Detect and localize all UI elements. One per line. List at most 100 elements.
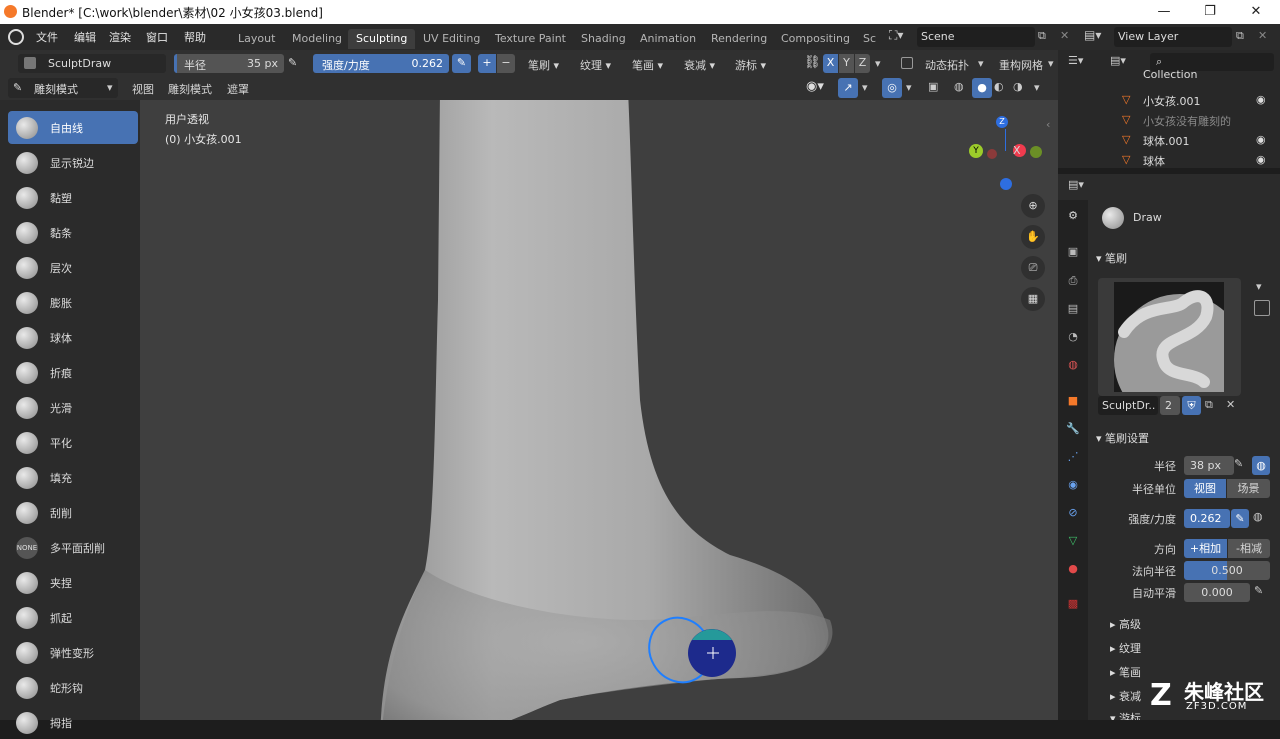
tab-texture-paint[interactable]: Texture Paint [487, 29, 574, 49]
fake-user-shield-icon[interactable]: ⛨ [1182, 396, 1201, 415]
menu-window[interactable]: 窗口 [146, 29, 168, 45]
tool-item[interactable]: 层次 [8, 251, 138, 284]
scene-browse-icon[interactable]: ⛶▾ [889, 28, 915, 46]
tab-rendering[interactable]: Rendering [703, 29, 775, 49]
close-button[interactable]: ✕ [1233, 0, 1279, 24]
symmetry-y-toggle[interactable]: Y [839, 54, 854, 73]
direction-subtract-prop-button[interactable]: -相减 [1228, 539, 1270, 558]
radius-unit-view-button[interactable]: 视图 [1184, 479, 1226, 498]
tool-item[interactable]: 刮削 [8, 496, 138, 529]
stroke-subpanel[interactable]: ▸ 笔画 [1110, 664, 1141, 680]
tool-item[interactable]: 抓起 [8, 601, 138, 634]
data-tab-icon[interactable]: ▽ [1060, 534, 1086, 558]
tool-item[interactable]: 拇指 [8, 706, 138, 739]
symmetry-x-toggle[interactable]: X [823, 54, 838, 73]
rendered-shading-icon[interactable]: ◑ [1013, 80, 1023, 93]
texture-tab-icon[interactable]: ▩ [1060, 597, 1086, 621]
gizmo-y-axis[interactable]: Y [969, 144, 983, 158]
menu-file[interactable]: 文件 [36, 29, 58, 45]
viewlayer-name-field[interactable]: View Layer [1114, 27, 1232, 47]
world-tab-icon[interactable]: ◍ [1060, 358, 1086, 382]
radius-pressure-icon[interactable]: ✎ [288, 56, 297, 69]
display-mode-icon[interactable]: ▤▾ [1110, 54, 1126, 67]
autosmooth-field[interactable]: 0.000 [1184, 583, 1250, 602]
radius-prop-field[interactable]: 38 px [1184, 456, 1234, 475]
outliner-row[interactable]: ▽ 小女孩没有雕刻的 [1058, 110, 1280, 130]
cursor-menu[interactable]: 游标 ▾ [735, 57, 766, 73]
visibility-eye-icon[interactable]: ◉ [1256, 153, 1266, 166]
tool-item[interactable]: 弹性变形 [8, 636, 138, 669]
tool-item[interactable]: 夹捏 [8, 566, 138, 599]
physics-tab-icon[interactable]: ◉ [1060, 478, 1086, 502]
radius-field[interactable]: 半径 35 px [174, 54, 284, 73]
brush-datablock-field[interactable]: SculptDr.. [1098, 396, 1158, 415]
brush-name-field[interactable]: SculptDraw [18, 54, 166, 73]
tool-item[interactable]: 球体 [8, 321, 138, 354]
gizmo-neg-y-axis[interactable] [1030, 146, 1042, 158]
brush-menu[interactable]: 笔刷 ▾ [528, 57, 559, 73]
sidebar-toggle-chevron-icon[interactable]: ‹ [1046, 118, 1050, 131]
constraints-tab-icon[interactable]: ⊘ [1060, 506, 1086, 530]
tab-modeling[interactable]: Modeling [284, 29, 350, 49]
tab-animation[interactable]: Animation [632, 29, 704, 49]
visibility-eye-icon[interactable]: ◉ [1256, 133, 1266, 146]
scene-tab-icon[interactable]: ◔ [1060, 330, 1086, 354]
tab-shading[interactable]: Shading [573, 29, 634, 49]
solid-shading-icon[interactable]: ● [972, 78, 992, 98]
tab-sculpting[interactable]: Sculpting [348, 29, 416, 49]
symmetry-z-toggle[interactable]: Z [855, 54, 870, 73]
brush-users-count[interactable]: 2 [1160, 396, 1180, 415]
view-menu[interactable]: 视图 [132, 81, 154, 97]
shading-chevron-icon[interactable]: ▾ [1034, 81, 1040, 94]
new-scene-icon[interactable]: ⧉ [1038, 29, 1054, 45]
visibility-icon[interactable]: ◉▾ [806, 79, 824, 94]
wireframe-shading-icon[interactable]: ◍ [954, 80, 964, 93]
tab-layout[interactable]: Layout [230, 29, 283, 49]
brush-settings-header[interactable]: ▾ 笔刷设置 [1096, 430, 1149, 446]
direction-subtract-button[interactable]: − [497, 54, 515, 73]
overlay-chevron-icon[interactable]: ▾ [906, 81, 912, 94]
brush-preview-chevron-icon[interactable]: ▾ [1256, 280, 1262, 293]
camera-view-icon[interactable]: ⎚ [1021, 256, 1045, 280]
dyntopo-checkbox[interactable] [901, 57, 913, 69]
tool-tab-icon[interactable]: ⚙ [1060, 209, 1086, 233]
tool-item[interactable]: 黏塑 [8, 181, 138, 214]
particles-tab-icon[interactable]: ⋰ [1060, 450, 1086, 474]
modifier-tab-icon[interactable]: 🔧 [1060, 422, 1086, 446]
tool-item[interactable]: 显示锐边 [8, 146, 138, 179]
tab-scripting[interactable]: Sc [855, 29, 884, 49]
outliner-row[interactable]: ▽ 球体 ◉ [1058, 150, 1280, 170]
tool-item[interactable]: 光滑 [8, 391, 138, 424]
direction-add-button[interactable]: + [478, 54, 496, 73]
outliner-row[interactable]: ▽ 球体.001 ◉ [1058, 130, 1280, 150]
texture-subpanel[interactable]: ▸ 纹理 [1110, 640, 1141, 656]
symmetry-options-chevron-icon[interactable]: ▾ [875, 57, 881, 70]
xray-toggle-icon[interactable]: ▣ [928, 80, 938, 93]
mask-menu[interactable]: 遮罩 [227, 81, 249, 97]
radius-pressure-prop-icon[interactable]: ✎ [1234, 457, 1243, 470]
blender-menu-icon[interactable] [8, 29, 24, 45]
tool-item[interactable]: 折痕 [8, 356, 138, 389]
gizmo-neg-x-axis[interactable] [987, 149, 997, 159]
advanced-subpanel[interactable]: ▸ 高级 [1110, 616, 1141, 632]
autosmooth-pressure-icon[interactable]: ✎ [1254, 584, 1263, 597]
zoom-icon[interactable]: ⊕ [1021, 194, 1045, 218]
strength-prop-field[interactable]: 0.262 [1184, 509, 1230, 528]
outliner-row[interactable]: Collection [1058, 70, 1280, 90]
tab-compositing[interactable]: Compositing [773, 29, 858, 49]
tool-item[interactable]: NONE 多平面刮削 [8, 531, 138, 564]
radius-unified-icon[interactable]: ◍ [1252, 456, 1270, 475]
stroke-menu[interactable]: 笔画 ▾ [632, 57, 663, 73]
falloff-menu[interactable]: 衰减 ▾ [684, 57, 715, 73]
tool-item[interactable]: 蛇形钩 [8, 671, 138, 704]
tool-item[interactable]: 膨胀 [8, 286, 138, 319]
direction-add-prop-button[interactable]: +相加 [1184, 539, 1227, 558]
strength-unified-icon[interactable]: ◍ [1253, 510, 1263, 523]
ortho-grid-icon[interactable]: ▦ [1021, 287, 1045, 311]
view-layer-tab-icon[interactable]: ▤ [1060, 302, 1086, 326]
brush-panel-header[interactable]: ▾ 笔刷 [1096, 250, 1127, 266]
tab-uv-editing[interactable]: UV Editing [415, 29, 488, 49]
mode-selector[interactable]: 雕刻模式 [8, 78, 118, 98]
new-viewlayer-icon[interactable]: ⧉ [1236, 29, 1244, 43]
sculpt-menu[interactable]: 雕刻模式 [168, 81, 212, 97]
